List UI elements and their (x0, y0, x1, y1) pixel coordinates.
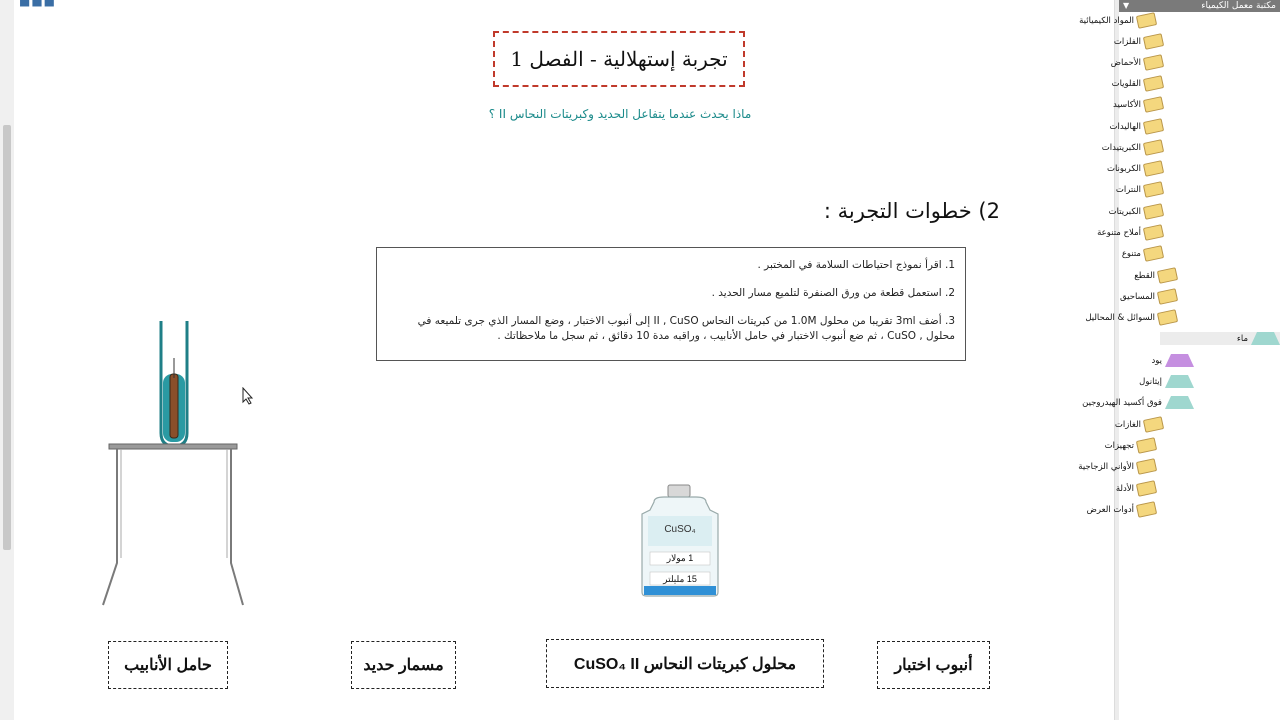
folder-icon (1156, 267, 1179, 284)
tree-item-salts[interactable]: أملاح متنوعة (1097, 224, 1165, 241)
oxides-icon (1142, 96, 1165, 113)
bases-icon (1142, 75, 1165, 92)
tree-item-misc[interactable]: متنوع (1122, 245, 1165, 262)
tree-item-water[interactable]: ماء (1160, 332, 1280, 345)
tree-item-sulfides[interactable]: الكبريتيدات (1102, 139, 1165, 156)
nitrates-icon (1142, 181, 1165, 198)
flask-icon (1165, 354, 1194, 367)
stand-top (108, 443, 238, 450)
flask-icon (1165, 396, 1194, 409)
label-test-tube[interactable]: أنبوب اختبار (877, 641, 990, 689)
bottle-formula: CuSO₄ (664, 524, 696, 535)
label-cuso4-solution[interactable]: محلول كبريتات النحاس CuSO₄ II (546, 639, 824, 688)
label-tube-stand[interactable]: حامل الأنابيب (108, 641, 228, 689)
corner-dots-icon: ■■■ (19, 0, 57, 8)
library-header[interactable]: مكتبة معمل الكيمياء ▼ (1119, 0, 1280, 12)
glassware-icon (1135, 458, 1158, 475)
chemistry-library-panel: مكتبة معمل الكيمياء ▼ المواد الكيميائية … (1078, 0, 1280, 720)
experiment-title: تجربة إستهلالية - الفصل 1 (493, 31, 745, 87)
folder-icon (1156, 309, 1179, 326)
acids-icon (1142, 54, 1165, 71)
tree-item-display-tools[interactable]: أدوات العرض (1087, 501, 1158, 518)
collapse-triangle-icon[interactable]: ▼ (1123, 0, 1129, 12)
step-2: 2. استعمل قطعة من ورق الصنفرة لتلميع مسا… (711, 287, 955, 299)
metals-icon (1142, 33, 1165, 50)
tree-item-halides[interactable]: الهاليدات (1110, 118, 1165, 135)
tree-item-chemicals[interactable]: المواد الكيميائية (1079, 12, 1158, 29)
bottle-molarity: 1 مولار (666, 553, 694, 563)
equipment-icon (1135, 437, 1158, 454)
tree-item-glassware[interactable]: الأواني الزجاجية (1078, 458, 1158, 475)
tree-item-iodine[interactable]: يود (1151, 354, 1194, 367)
tree-item-sulfates[interactable]: الكبريتات (1109, 203, 1165, 220)
sulfates-icon (1142, 203, 1165, 220)
mouse-cursor-icon (242, 387, 254, 405)
tree-item-liquids[interactable]: السوائل & المحاليل (1085, 309, 1179, 326)
flask-icon (1251, 332, 1280, 345)
tree-item-hydrogen-peroxide[interactable]: فوق أكسيد الهيدروجين (1082, 396, 1194, 409)
tree-item-acids[interactable]: الأحماض (1111, 54, 1165, 71)
tree-item-bases[interactable]: القلويات (1112, 75, 1165, 92)
bottle-volume: 15 ملیلتر (663, 574, 697, 584)
indicators-icon (1135, 480, 1158, 497)
steps-heading: 2) خطوات التجربة : (823, 199, 1000, 223)
carbonates-icon (1142, 160, 1165, 177)
cuso4-bottle[interactable]: CuSO₄ 1 مولار 15 ملیلتر (640, 484, 720, 599)
tube-stand-with-test-tube[interactable] (95, 318, 255, 610)
lab-stage: ■■■ تجربة إستهلالية - الفصل 1 ماذا يحدث … (0, 0, 1114, 720)
experiment-question: ماذا يحدث عندما يتفاعل الحديد وكبريتات ا… (488, 107, 752, 121)
stand-left-leg (102, 449, 118, 606)
display-tools-icon (1135, 501, 1158, 518)
library-title: مكتبة معمل الكيمياء (1201, 1, 1276, 11)
folder-icon (1142, 416, 1165, 433)
tree-item-pieces[interactable]: القطع (1134, 267, 1179, 284)
tree-item-powders[interactable]: المساحيق (1120, 288, 1179, 305)
stand-right-leg (230, 449, 244, 606)
folder-icon (1156, 288, 1179, 305)
folder-icon (1142, 245, 1165, 262)
step-3: 3. أضف 3ml تقريبا من محلول 1.0M من كبريت… (417, 315, 955, 342)
tree-item-gases[interactable]: الغازات (1115, 416, 1165, 433)
label-iron-nail[interactable]: مسمار حديد (351, 641, 456, 689)
tree-item-equipment[interactable]: تجهيزات (1105, 437, 1158, 454)
step-1: 1. اقرأ نموذج احتياطات السلامة في المختب… (757, 259, 956, 271)
folder-icon (1135, 12, 1158, 29)
steps-box: 1. اقرأ نموذج احتياطات السلامة في المختب… (376, 247, 966, 361)
tree-item-carbonates[interactable]: الكربونات (1107, 160, 1165, 177)
sulfides-icon (1142, 139, 1165, 156)
tree-item-ethanol[interactable]: إيثانول (1139, 375, 1194, 388)
scrollbar-thumb[interactable] (3, 125, 11, 550)
halides-icon (1142, 118, 1165, 135)
tree-item-nitrates[interactable]: النترات (1116, 181, 1165, 198)
flask-icon (1165, 375, 1194, 388)
tree-item-oxides[interactable]: الأكاسيد (1113, 96, 1165, 113)
iron-nail (169, 373, 179, 439)
tree-item-metals[interactable]: الفلزات (1114, 33, 1165, 50)
salts-icon (1142, 224, 1165, 241)
tree-item-indicators[interactable]: الأدلة (1116, 480, 1158, 497)
left-scrollbar[interactable] (0, 0, 14, 720)
